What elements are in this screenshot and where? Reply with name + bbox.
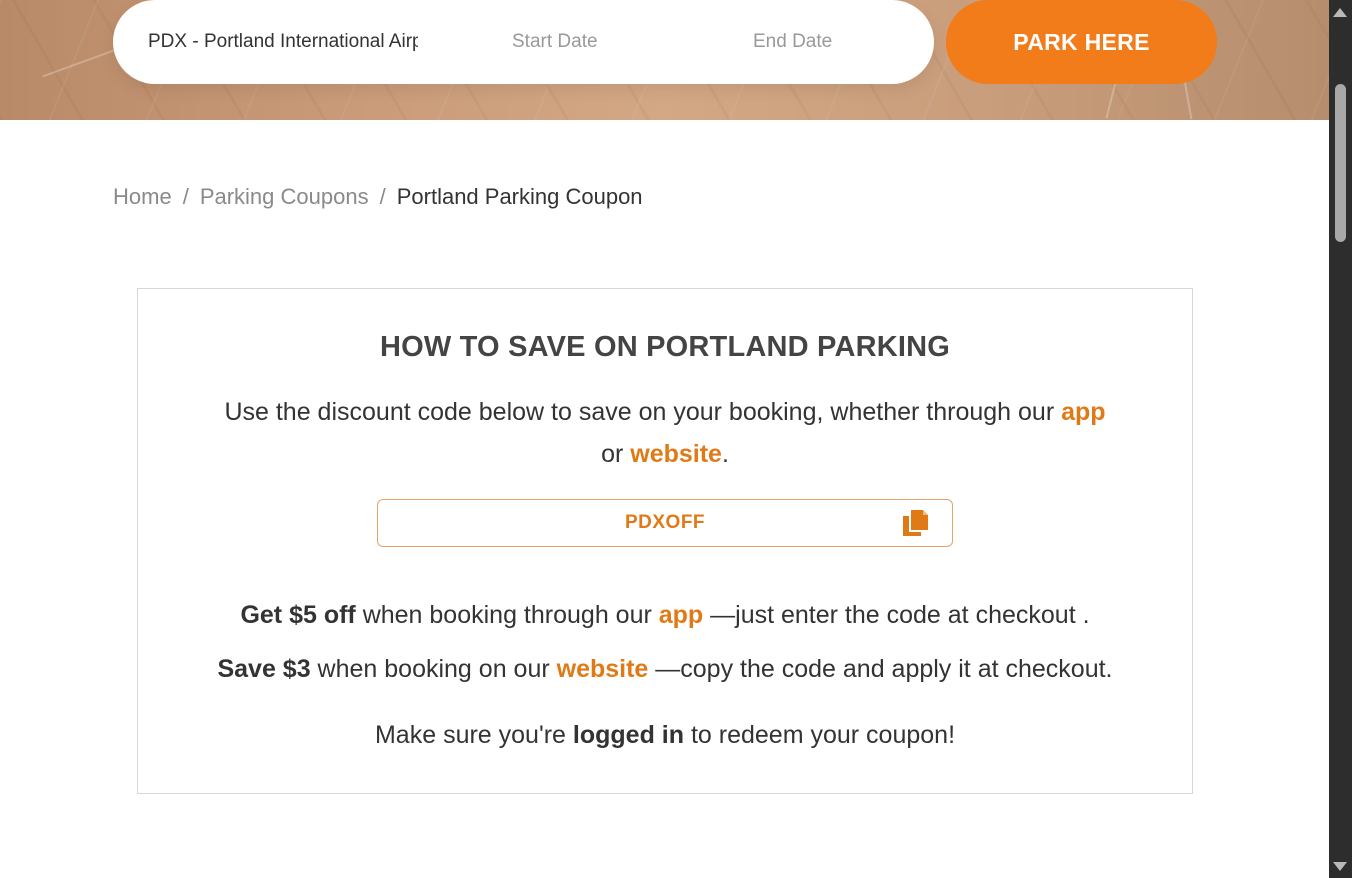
app-offer-text-part: —just enter the code at checkout . [703, 601, 1090, 629]
website-offer-amount: Save $3 [217, 655, 311, 683]
scroll-down-arrow-icon[interactable] [1333, 862, 1347, 871]
app-offer-link[interactable]: app [659, 601, 703, 629]
intro-website-link[interactable]: website [630, 440, 722, 468]
coupon-code-box[interactable]: PDXOFF [377, 499, 953, 547]
coupon-card-title: HOW TO SAVE ON PORTLAND PARKING [379, 331, 951, 363]
scrollbar-thumb[interactable] [1335, 84, 1346, 242]
app-offer-text-part: when booking through our [355, 601, 659, 629]
login-note-text: to redeem your coupon! [684, 721, 956, 749]
breadcrumb-current-page: Portland Parking Coupon [396, 184, 643, 209]
scroll-up-arrow-icon[interactable] [1333, 8, 1347, 17]
breadcrumb-parking-coupons-link[interactable]: Parking Coupons [200, 184, 369, 209]
coupon-card: HOW TO SAVE ON PORTLAND PARKING Use the … [137, 288, 1193, 794]
breadcrumb-home-link[interactable]: Home [113, 184, 172, 209]
breadcrumb-separator: / [182, 184, 189, 209]
website-offer-text-part: —copy the code and apply it at checkout. [648, 655, 1113, 683]
breadcrumb: Home / Parking Coupons / Portland Parking Co… [113, 184, 643, 210]
start-date-input[interactable] [512, 28, 672, 56]
copy-icon[interactable] [900, 508, 930, 538]
intro-text: or [601, 440, 631, 468]
login-note-text: Make sure you're [374, 721, 573, 749]
app-offer-amount: Get $5 off [240, 601, 356, 629]
intro-text: . [721, 440, 729, 468]
breadcrumb-separator: / [379, 184, 386, 209]
coupon-code: PDXOFF [624, 512, 706, 533]
park-here-button[interactable]: PARK HERE [946, 0, 1217, 84]
app-offer-text: Get $5 off when booking through our app … [138, 601, 1192, 630]
website-offer-link[interactable]: website [557, 655, 649, 683]
page-scrollbar[interactable] [1329, 0, 1352, 878]
parking-search-bar [113, 0, 934, 84]
end-date-input[interactable] [753, 28, 913, 56]
intro-app-link[interactable]: app [1061, 398, 1105, 426]
coupon-intro-text: Use the discount code below to save on y… [178, 391, 1152, 475]
location-input[interactable] [148, 28, 418, 56]
website-offer-text: Save $3 when booking on our website —cop… [138, 655, 1192, 684]
login-note: Make sure you're logged in to redeem you… [138, 721, 1192, 750]
website-offer-text-part: when booking on our [310, 655, 557, 683]
login-note-bold: logged in [572, 721, 685, 749]
intro-text: Use the discount code below to save on y… [224, 398, 1062, 426]
